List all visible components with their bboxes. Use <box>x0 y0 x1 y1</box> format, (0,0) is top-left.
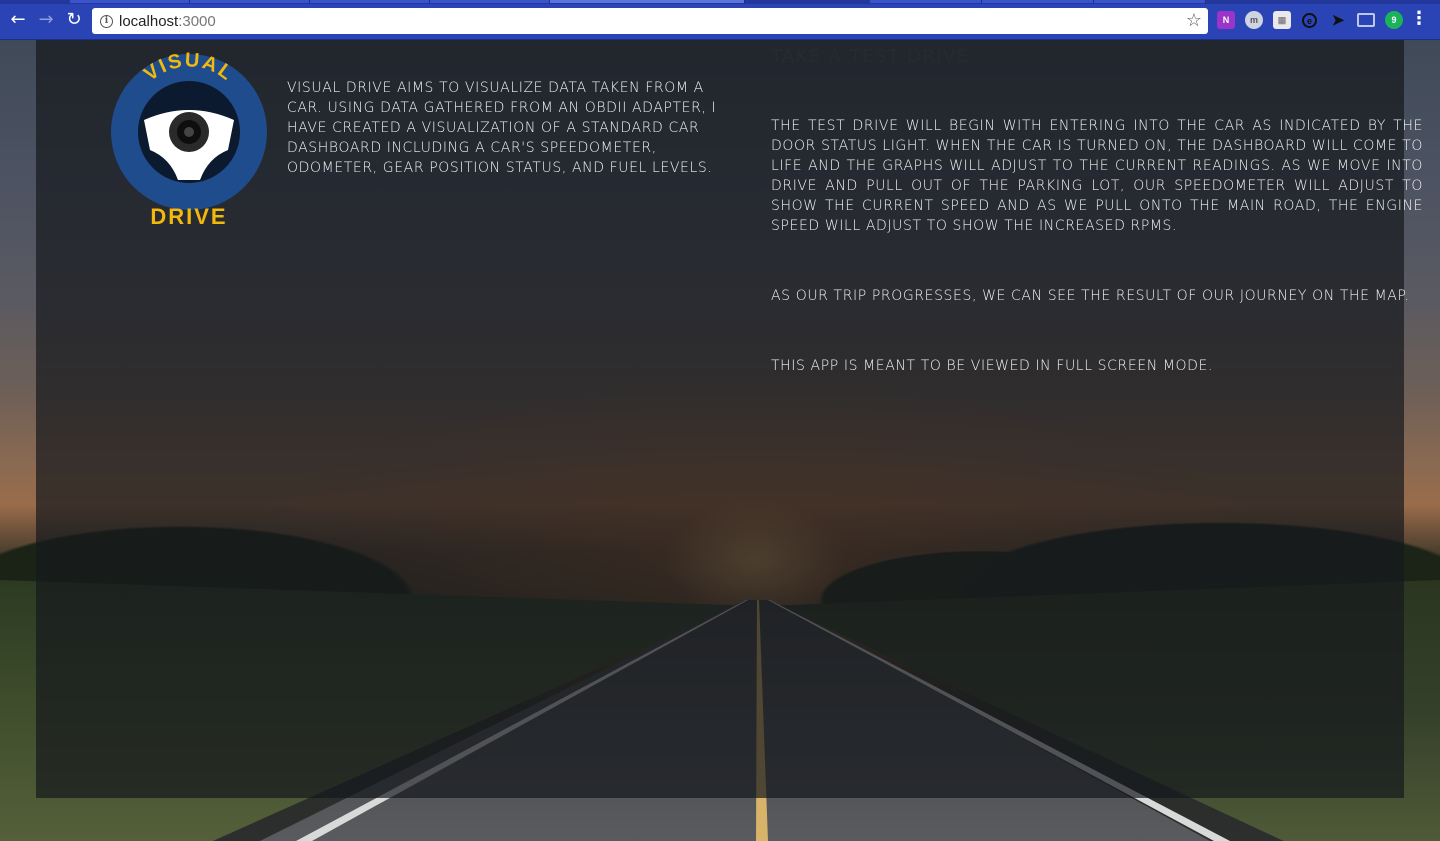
onenote-extension-icon[interactable]: N <box>1217 11 1235 29</box>
intro-text: Visual Drive aims to visualize data take… <box>287 80 717 176</box>
info-icon[interactable]: i <box>100 14 113 28</box>
tab-strip <box>0 0 1440 4</box>
url-host: localhost <box>119 12 179 30</box>
grid-extension-icon[interactable]: ▦ <box>1273 11 1291 29</box>
browser-menu-icon[interactable]: ⋮ <box>1410 9 1428 29</box>
browser-toolbar: ← → ↻ i localhost:3000 ☆ N m ▦ e ➤ 9 ⋮ <box>0 0 1440 40</box>
logo-bottom-text: DRIVE <box>150 204 227 229</box>
forward-button[interactable]: → <box>34 8 58 32</box>
reload-icon: ↻ <box>66 9 82 30</box>
bookmark-star-icon[interactable]: ☆ <box>1186 10 1202 32</box>
arrow-left-icon: ← <box>10 9 26 30</box>
cursor-extension-icon[interactable]: ➤ <box>1329 11 1347 29</box>
url-port: :3000 <box>178 12 216 30</box>
visual-drive-logo: VISUAL DRIVE <box>111 50 267 229</box>
green-extension-icon[interactable]: 9 <box>1385 11 1403 29</box>
url-text: localhost:3000 <box>119 13 216 30</box>
page-background: VISUAL DRIVE Visual Drive aims to visual… <box>0 40 1440 841</box>
m-extension-icon[interactable]: m <box>1245 11 1263 29</box>
test-drive-paragraph-3: This app is meant to be viewed in full s… <box>771 358 1214 374</box>
address-bar[interactable]: i localhost:3000 ☆ <box>92 8 1208 34</box>
cast-icon[interactable] <box>1357 13 1375 27</box>
back-button[interactable]: ← <box>6 8 30 32</box>
test-drive-title: Take a test drive <box>771 46 970 67</box>
test-drive-paragraph-2: As our trip progresses, we can see the r… <box>771 288 1410 304</box>
content-panel: VISUAL DRIVE Visual Drive aims to visual… <box>36 40 1422 798</box>
test-drive-section: Take a test drive The test drive will be… <box>771 46 1423 426</box>
e-extension-icon[interactable]: e <box>1302 13 1317 28</box>
reload-button[interactable]: ↻ <box>62 8 86 32</box>
arrow-right-icon: → <box>38 9 54 30</box>
test-drive-paragraph-1: The test drive will begin with entering … <box>771 118 1423 234</box>
